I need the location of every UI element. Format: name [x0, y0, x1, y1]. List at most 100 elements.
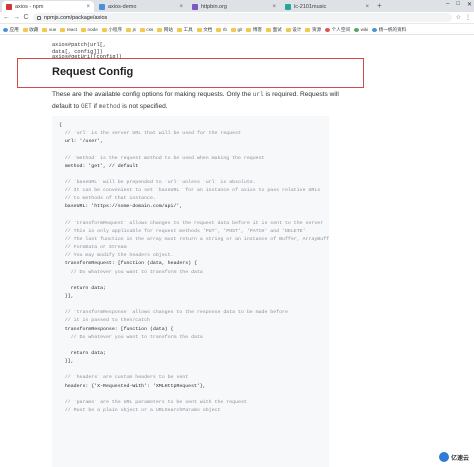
maximize-button[interactable]: □ [456, 1, 460, 8]
code-line: // it is passed to then/catch [59, 318, 150, 324]
bookmark-label: 收藏 [29, 26, 39, 32]
bookmark-label: 文档 [203, 26, 213, 32]
bookmark-item[interactable]: 杨一帆的资料 [372, 27, 406, 33]
minimize-button[interactable]: – [446, 1, 449, 8]
bookmark-item[interactable]: wiki [354, 27, 368, 32]
code-line: headers: {'X-Requested-With': 'XMLHttpRe… [59, 383, 206, 389]
desc-code-url: url [252, 91, 264, 98]
desc-text: is not specified. [120, 103, 168, 110]
code-line: // `headers` are custom headers to be se… [59, 375, 189, 381]
code-line: // It can be convenient to set `baseURL`… [59, 188, 321, 194]
folder-icon [42, 27, 48, 32]
yisu-logo-icon [438, 452, 449, 462]
reload-button[interactable]: C [23, 14, 29, 21]
back-button[interactable]: ← [3, 14, 10, 21]
bookmark-label: rb [222, 27, 227, 32]
bookmark-item[interactable]: 资源 [305, 27, 321, 33]
bookmark-label: 杨一帆的资料 [378, 26, 407, 32]
browser-tab[interactable]: axios-demo × [95, 1, 187, 12]
section-title: Request Config [52, 66, 134, 78]
bookmark-item[interactable]: 博客 [246, 27, 262, 33]
bookmark-item[interactable]: rb [216, 27, 227, 32]
bookmark-star-icon[interactable]: ☆ [456, 14, 461, 21]
bookmark-item[interactable]: vue [42, 27, 56, 32]
site-icon [325, 27, 331, 32]
browser-toolbar: ← → C npmjs.com/package/axios ☆ ⋮ [0, 12, 474, 24]
folder-icon [216, 27, 222, 32]
folder-icon [81, 27, 87, 32]
browser-tab[interactable]: lc-2101music × [281, 1, 373, 12]
bookmark-label: git [237, 27, 243, 32]
code-line: baseURL: 'https://some-domain.com/api/', [59, 204, 183, 210]
bookmark-item[interactable]: react [60, 27, 77, 32]
bookmark-item[interactable]: 面试 [266, 27, 282, 33]
bookmark-item[interactable]: css [139, 27, 153, 32]
bookmark-label: 设计 [292, 26, 302, 32]
forward-button[interactable]: → [13, 14, 20, 21]
folder-icon [305, 27, 311, 32]
bookmark-label: wiki [360, 27, 369, 32]
site-icon [3, 27, 8, 32]
desc-text: if [91, 103, 99, 110]
site-icon [372, 27, 378, 32]
section-description: These are the available config options f… [52, 89, 342, 113]
folder-icon [101, 27, 107, 32]
bookmark-item[interactable]: 应用 [3, 27, 19, 33]
bookmark-item[interactable]: 小程序 [101, 27, 122, 33]
bookmark-item[interactable]: git [231, 27, 242, 32]
code-line: // `method` is the request method to be … [59, 155, 265, 161]
desc-text: These are the available config options f… [52, 91, 253, 98]
tab-close-icon[interactable]: × [86, 4, 90, 10]
close-window-button[interactable]: ✕ [467, 1, 472, 8]
bookmark-item[interactable]: node [81, 27, 98, 32]
tab-favicon-icon [99, 3, 105, 10]
url-text: npmjs.com/package/axios [44, 14, 108, 21]
bookmark-label: vue [48, 27, 57, 32]
code-line: // Must be a plain object or a URLSearch… [59, 407, 221, 413]
tab-close-icon[interactable]: × [272, 4, 276, 10]
folder-icon [246, 27, 252, 32]
tab-close-icon[interactable]: × [179, 4, 183, 10]
folder-icon [139, 27, 145, 32]
address-bar[interactable]: npmjs.com/package/axios [33, 13, 452, 22]
folder-icon [285, 27, 291, 32]
browser-tab[interactable]: httpbin.org × [188, 1, 280, 12]
folder-icon [60, 27, 66, 32]
bookmark-item[interactable]: 个人空间 [325, 27, 350, 33]
tab-strip: axios - npm × axios-demo × httpbin.org × lc-21… [0, 0, 474, 12]
tab-label: lc-2101music [294, 3, 327, 10]
code-line: }], [59, 293, 74, 299]
bookmark-item[interactable]: 设计 [285, 26, 302, 33]
code-line: // FormData or Stream [59, 245, 127, 251]
menu-icon[interactable]: ⋮ [465, 14, 471, 21]
bookmark-label: react [66, 27, 78, 32]
folder-icon [266, 27, 272, 32]
bookmark-item[interactable]: js [126, 27, 136, 32]
tab-close-icon[interactable]: × [365, 4, 369, 10]
bookmark-item[interactable]: 收藏 [22, 26, 39, 33]
code-line: // to methods of that instance. [59, 196, 156, 202]
code-block[interactable]: { // `url` is the server URL that will b… [52, 116, 329, 467]
bookmark-label: 面试 [272, 26, 282, 32]
new-tab-button[interactable]: + [377, 1, 382, 10]
tab-favicon-icon [285, 3, 291, 10]
tab-label: axios - npm [15, 3, 44, 10]
code-line: method: 'get', // default [59, 163, 139, 169]
bookmark-item[interactable]: 网站 [157, 27, 173, 33]
bookmarks-bar: 应用 收藏 vue react node 小程序 js css 网站 工具 文档 rb git 博客 面试 设… [0, 25, 474, 35]
code-line: }], [59, 359, 74, 365]
code-line: // You may modify the headers object. [59, 253, 174, 259]
code-line: // Do whatever you want to transform the… [59, 269, 203, 275]
browser-tab[interactable]: axios - npm × [2, 1, 94, 12]
folder-icon [196, 27, 202, 32]
bookmark-item[interactable]: 文档 [196, 26, 213, 33]
folder-icon [231, 27, 236, 32]
bookmark-item[interactable]: 工具 [177, 27, 193, 33]
bookmark-label: js [132, 27, 136, 32]
folder-icon [177, 27, 182, 32]
